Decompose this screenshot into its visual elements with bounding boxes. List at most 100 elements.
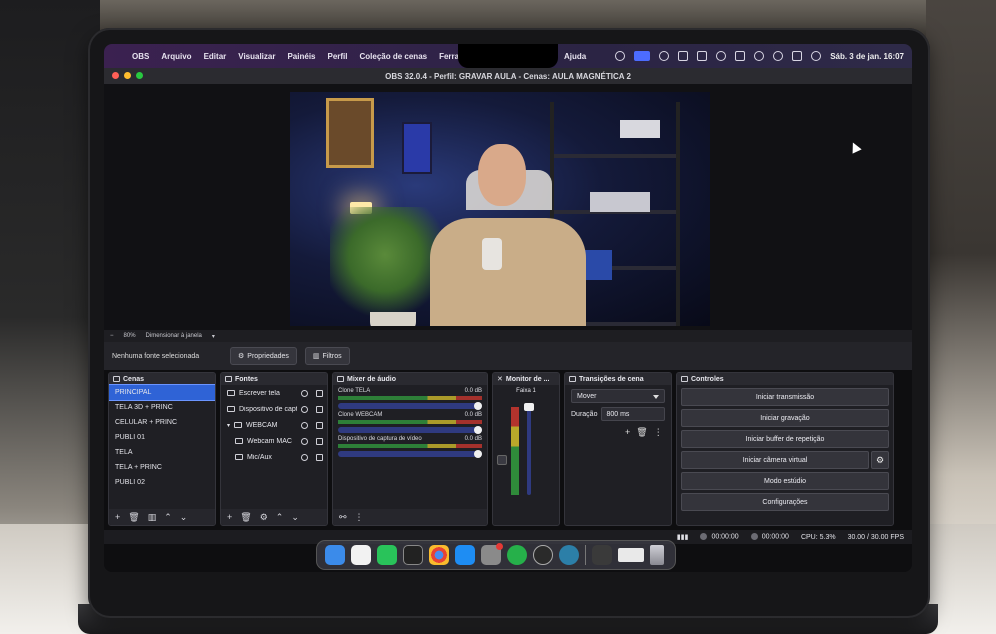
menu-paineis[interactable]: Painéis bbox=[287, 52, 315, 61]
visibility-eye-icon[interactable] bbox=[301, 453, 308, 461]
visibility-eye-icon[interactable] bbox=[301, 405, 308, 413]
transition-select[interactable]: Mover bbox=[571, 389, 665, 403]
add-source-icon[interactable]: + bbox=[227, 512, 232, 522]
duration-input[interactable]: 800 ms bbox=[601, 407, 665, 421]
more-options-icon[interactable]: ⋮ bbox=[654, 427, 663, 438]
lock-icon[interactable] bbox=[316, 405, 323, 413]
delete-scene-icon[interactable]: 🗑 bbox=[128, 512, 139, 523]
delete-source-icon[interactable]: 🗑 bbox=[240, 512, 251, 523]
add-transition-icon[interactable]: + bbox=[625, 427, 630, 438]
scene-item[interactable]: TELA bbox=[109, 445, 215, 460]
start-recording-button[interactable]: Iniciar gravação bbox=[681, 409, 889, 427]
slider-knob[interactable] bbox=[474, 426, 482, 434]
wifi-icon[interactable] bbox=[754, 51, 765, 61]
move-up-icon[interactable]: ⌃ bbox=[164, 512, 172, 523]
start-virtual-camera-button[interactable]: Iniciar câmera virtual bbox=[681, 451, 869, 469]
volume-slider[interactable] bbox=[338, 426, 482, 434]
downloads-icon[interactable] bbox=[592, 545, 612, 565]
maximize-window-icon[interactable] bbox=[136, 72, 143, 79]
filter-scene-icon[interactable]: ▥ bbox=[148, 512, 157, 523]
screen-record-icon[interactable] bbox=[634, 51, 651, 61]
trash-icon[interactable] bbox=[650, 545, 664, 565]
studio-mode-button[interactable]: Modo estúdio bbox=[681, 472, 889, 490]
battery-icon[interactable] bbox=[735, 51, 746, 61]
messages-icon[interactable] bbox=[377, 545, 397, 565]
more-options-icon[interactable]: ⋮ bbox=[355, 512, 364, 523]
app-store-icon[interactable] bbox=[455, 545, 475, 565]
scene-item[interactable]: TELA + PRINC bbox=[109, 460, 215, 475]
source-group-item[interactable]: ▾ WEBCAM bbox=[221, 417, 327, 433]
minimize-window-icon[interactable] bbox=[124, 72, 131, 79]
control-center-icon[interactable] bbox=[792, 51, 803, 61]
lock-icon[interactable] bbox=[316, 389, 323, 397]
menu-visualizar[interactable]: Visualizar bbox=[238, 52, 275, 61]
lock-icon[interactable] bbox=[316, 421, 323, 429]
chatgpt-icon[interactable] bbox=[403, 545, 423, 565]
system-settings-icon[interactable] bbox=[481, 543, 503, 565]
scene-item[interactable]: PUBLI 01 bbox=[109, 430, 215, 445]
chevron-down-icon[interactable]: ▾ bbox=[212, 333, 215, 340]
zoom-out-icon[interactable]: − bbox=[110, 333, 114, 339]
settings-button[interactable]: Configurações bbox=[681, 493, 889, 511]
slider-knob[interactable] bbox=[474, 402, 482, 410]
program-preview[interactable] bbox=[290, 92, 710, 326]
gear-icon[interactable]: ⚙ bbox=[871, 451, 889, 469]
filters-button[interactable]: ▥ Filtros bbox=[304, 347, 350, 365]
app-icon[interactable] bbox=[507, 545, 527, 565]
menu-arquivo[interactable]: Arquivo bbox=[161, 52, 191, 61]
siri-icon[interactable] bbox=[811, 51, 822, 61]
slider-knob[interactable] bbox=[474, 450, 482, 458]
search-icon[interactable] bbox=[773, 51, 784, 61]
vertical-volume-slider[interactable] bbox=[527, 407, 531, 495]
recent-window-icon[interactable] bbox=[618, 548, 644, 562]
close-icon[interactable]: ✕ bbox=[497, 375, 503, 383]
finder-icon[interactable] bbox=[325, 545, 345, 565]
move-down-icon[interactable]: ⌄ bbox=[180, 512, 188, 523]
app-icon[interactable] bbox=[559, 545, 579, 565]
preview-area[interactable] bbox=[104, 84, 912, 330]
scene-item[interactable]: PUBLI 02 bbox=[109, 475, 215, 490]
visibility-eye-icon[interactable] bbox=[301, 437, 308, 445]
scene-item[interactable]: TELA 3D + PRINC bbox=[109, 400, 215, 415]
status-circle-icon[interactable] bbox=[615, 51, 626, 61]
menu-obs[interactable]: OBS bbox=[132, 52, 149, 61]
volume-slider[interactable] bbox=[338, 402, 482, 410]
gear-icon[interactable]: ⚙ bbox=[260, 512, 268, 523]
start-streaming-button[interactable]: Iniciar transmissão bbox=[681, 388, 889, 406]
source-item[interactable]: Dispositivo de captu bbox=[221, 401, 327, 417]
scene-item[interactable]: PRINCIPAL bbox=[109, 384, 215, 401]
source-item[interactable]: Mic/Aux bbox=[221, 449, 327, 465]
source-item[interactable]: Webcam MAC bbox=[221, 433, 327, 449]
menu-colecao-cenas[interactable]: Coleção de cenas bbox=[360, 52, 428, 61]
window-icon[interactable] bbox=[697, 51, 708, 61]
add-scene-icon[interactable]: + bbox=[115, 512, 120, 522]
visibility-eye-icon[interactable] bbox=[301, 389, 308, 397]
volume-slider[interactable] bbox=[338, 450, 482, 458]
chrome-icon[interactable] bbox=[429, 545, 449, 565]
drop-icon[interactable] bbox=[659, 51, 670, 61]
menu-ajuda[interactable]: Ajuda bbox=[564, 52, 586, 61]
start-replay-buffer-button[interactable]: Iniciar buffer de repetição bbox=[681, 430, 889, 448]
visibility-eye-icon[interactable] bbox=[301, 421, 308, 429]
obs-icon[interactable] bbox=[533, 545, 553, 565]
move-down-icon[interactable]: ⌄ bbox=[291, 512, 299, 523]
close-window-icon[interactable] bbox=[112, 72, 119, 79]
delete-transition-icon[interactable]: 🗑 bbox=[636, 427, 647, 438]
slider-knob[interactable] bbox=[524, 403, 534, 411]
menu-editar[interactable]: Editar bbox=[204, 52, 227, 61]
play-icon[interactable] bbox=[716, 51, 727, 61]
zoom-mode-select[interactable]: Dimensionar à janela bbox=[146, 333, 202, 339]
gear-icon[interactable] bbox=[497, 455, 507, 465]
move-up-icon[interactable]: ⌃ bbox=[276, 512, 284, 523]
properties-button[interactable]: ⚙ Propriedades bbox=[230, 347, 297, 365]
scene-item[interactable]: CELULAR + PRINC bbox=[109, 415, 215, 430]
calendar-icon[interactable] bbox=[678, 51, 689, 61]
menu-bar-clock[interactable]: Sáb. 3 de jan. 16:07 bbox=[830, 52, 904, 61]
lock-icon[interactable] bbox=[316, 437, 323, 445]
chevron-down-icon[interactable]: ▾ bbox=[227, 422, 230, 429]
source-item[interactable]: Escrever tela bbox=[221, 385, 327, 401]
link-icon[interactable]: ⚯ bbox=[339, 512, 347, 523]
menu-perfil[interactable]: Perfil bbox=[327, 52, 347, 61]
lock-icon[interactable] bbox=[316, 453, 323, 461]
launchpad-icon[interactable] bbox=[351, 545, 371, 565]
